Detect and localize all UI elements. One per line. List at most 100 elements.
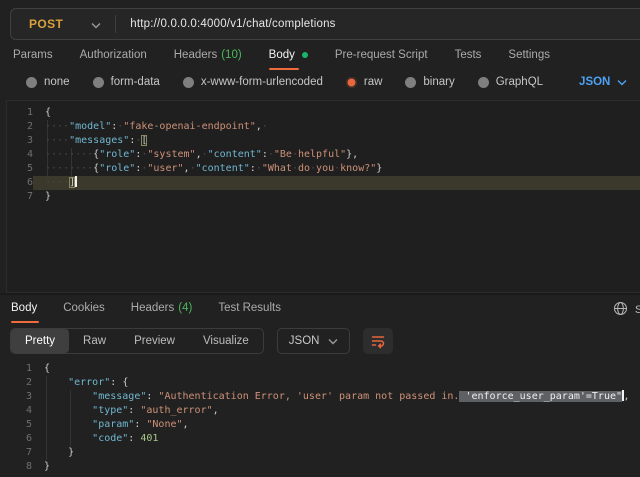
code-line-2: 2····"model":·"fake-openai-endpoint",· (7, 120, 640, 134)
code-line-3: 3 "message": "Authentication Error, 'use… (6, 390, 640, 404)
tab-label: Body (11, 302, 37, 314)
line-number: 5 (7, 162, 33, 176)
tab-label: Params (13, 49, 53, 61)
code-line-4: 4········{"role":·"system",·"content":·"… (7, 148, 640, 162)
tab-body[interactable]: Body (11, 302, 37, 323)
tab-label: Body (269, 49, 295, 61)
tab-label: Test Results (218, 302, 281, 314)
chevron-down-icon (617, 79, 627, 86)
response-language-label: JSON (289, 335, 320, 347)
tab-settings[interactable]: Settings (508, 49, 550, 70)
word-wrap-icon (370, 333, 386, 349)
tab-body[interactable]: Body (269, 49, 308, 70)
body-mode-none[interactable]: none (26, 76, 70, 88)
view-mode-group: PrettyRawPreviewVisualize (10, 328, 264, 354)
request-language-label: JSON (579, 76, 610, 88)
panel-divider (0, 293, 640, 295)
body-mode-raw[interactable]: raw (346, 76, 383, 88)
line-content: "code": 401 (32, 432, 640, 446)
line-number: 5 (6, 418, 32, 432)
url-input[interactable]: http://0.0.0.0:4000/v1/chat/completions (116, 18, 335, 30)
tab-headers[interactable]: Headers(4) (131, 302, 193, 323)
line-number: 6 (6, 432, 32, 446)
line-content: "type": "auth_error", (32, 404, 640, 418)
tab-label: Cookies (63, 302, 105, 314)
request-language-select[interactable]: JSON (579, 76, 627, 88)
text-caret (75, 176, 77, 187)
code-line-5: 5 "param": "None", (6, 418, 640, 432)
code-line-7: 7} (7, 190, 640, 204)
chevron-down-icon (91, 22, 101, 29)
tab-authorization[interactable]: Authorization (80, 49, 147, 70)
line-content: ····] (33, 176, 640, 190)
line-content: ········{"role":·"system",·"content":·"B… (33, 148, 640, 162)
radio-icon (346, 77, 357, 88)
tab-tests[interactable]: Tests (455, 49, 482, 70)
code-line-8: 8} (6, 460, 640, 474)
radio-icon (183, 77, 194, 88)
line-content: { (33, 106, 640, 120)
request-body-editor[interactable]: 1{2····"model":·"fake-openai-endpoint",·… (6, 100, 640, 293)
code-line-6: 6····] (7, 176, 640, 190)
line-content: } (32, 460, 640, 474)
line-number: 7 (7, 190, 33, 204)
line-number: 4 (6, 404, 32, 418)
line-number: 3 (7, 134, 33, 148)
radio-icon (478, 77, 489, 88)
line-number: 1 (7, 106, 33, 120)
tab-label: Headers (174, 49, 217, 61)
body-mode-options: none form-data x-www-form-urlencoded raw bin… (26, 76, 543, 88)
globe-icon[interactable] (613, 301, 628, 316)
tab-label: Settings (508, 49, 550, 61)
response-language-select[interactable]: JSON (277, 328, 351, 354)
code-line-1: 1{ (6, 362, 640, 376)
tab-pre-request-script[interactable]: Pre-request Script (335, 49, 428, 70)
tab-cookies[interactable]: Cookies (63, 302, 105, 323)
body-mode-form-data[interactable]: form-data (93, 76, 160, 88)
line-number: 1 (6, 362, 32, 376)
body-mode-graphql[interactable]: GraphQL (478, 76, 543, 88)
code-line-6: 6 "code": 401 (6, 432, 640, 446)
tab-label: Headers (131, 302, 174, 314)
code-line-7: 7 } (6, 446, 640, 460)
response-view-bar: PrettyRawPreviewVisualize JSON (10, 328, 393, 354)
line-content: } (32, 446, 640, 460)
tab-test-results[interactable]: Test Results (218, 302, 281, 323)
radio-label: none (44, 76, 70, 88)
line-number: 3 (6, 390, 32, 404)
view-mode-pretty[interactable]: Pretty (11, 329, 69, 353)
line-number: 4 (7, 148, 33, 162)
line-content: ····"model":·"fake-openai-endpoint",· (33, 120, 640, 134)
line-content: ········{"role":·"user",·"content":·"Wha… (33, 162, 640, 176)
response-meta (613, 301, 628, 316)
line-content: "error": { (32, 376, 640, 390)
radio-icon (26, 77, 37, 88)
view-mode-preview[interactable]: Preview (120, 329, 189, 353)
url-bar: POST http://0.0.0.0:4000/v1/chat/complet… (10, 8, 640, 40)
code-line-4: 4 "type": "auth_error", (6, 404, 640, 418)
code-line-1: 1{ (7, 106, 640, 120)
line-number: 2 (7, 120, 33, 134)
response-body-editor[interactable]: 1{2 "error": {3 "message": "Authenticati… (6, 358, 640, 477)
status-label-clipped: S (635, 304, 640, 316)
word-wrap-button[interactable] (363, 328, 393, 354)
tab-label: Tests (455, 49, 482, 61)
body-mode-binary[interactable]: binary (405, 76, 454, 88)
line-content: } (33, 190, 640, 204)
view-mode-visualize[interactable]: Visualize (189, 329, 263, 353)
line-content: ····"messages":·[ (33, 134, 640, 148)
unsaved-dot-indicator (302, 52, 308, 58)
radio-label: GraphQL (496, 76, 543, 88)
radio-label: form-data (111, 76, 160, 88)
method-select[interactable]: POST (11, 17, 63, 31)
view-mode-raw[interactable]: Raw (69, 329, 120, 353)
tab-count-badge: (10) (221, 49, 241, 61)
body-mode-bar: none form-data x-www-form-urlencoded raw bin… (26, 76, 627, 88)
tab-params[interactable]: Params (13, 49, 53, 70)
line-content: { (32, 362, 640, 376)
tab-headers[interactable]: Headers (10) (174, 49, 242, 70)
body-mode-x-www-form-urlencoded[interactable]: x-www-form-urlencoded (183, 76, 323, 88)
radio-label: x-www-form-urlencoded (201, 76, 323, 88)
line-number: 7 (6, 446, 32, 460)
tab-label: Pre-request Script (335, 49, 428, 61)
